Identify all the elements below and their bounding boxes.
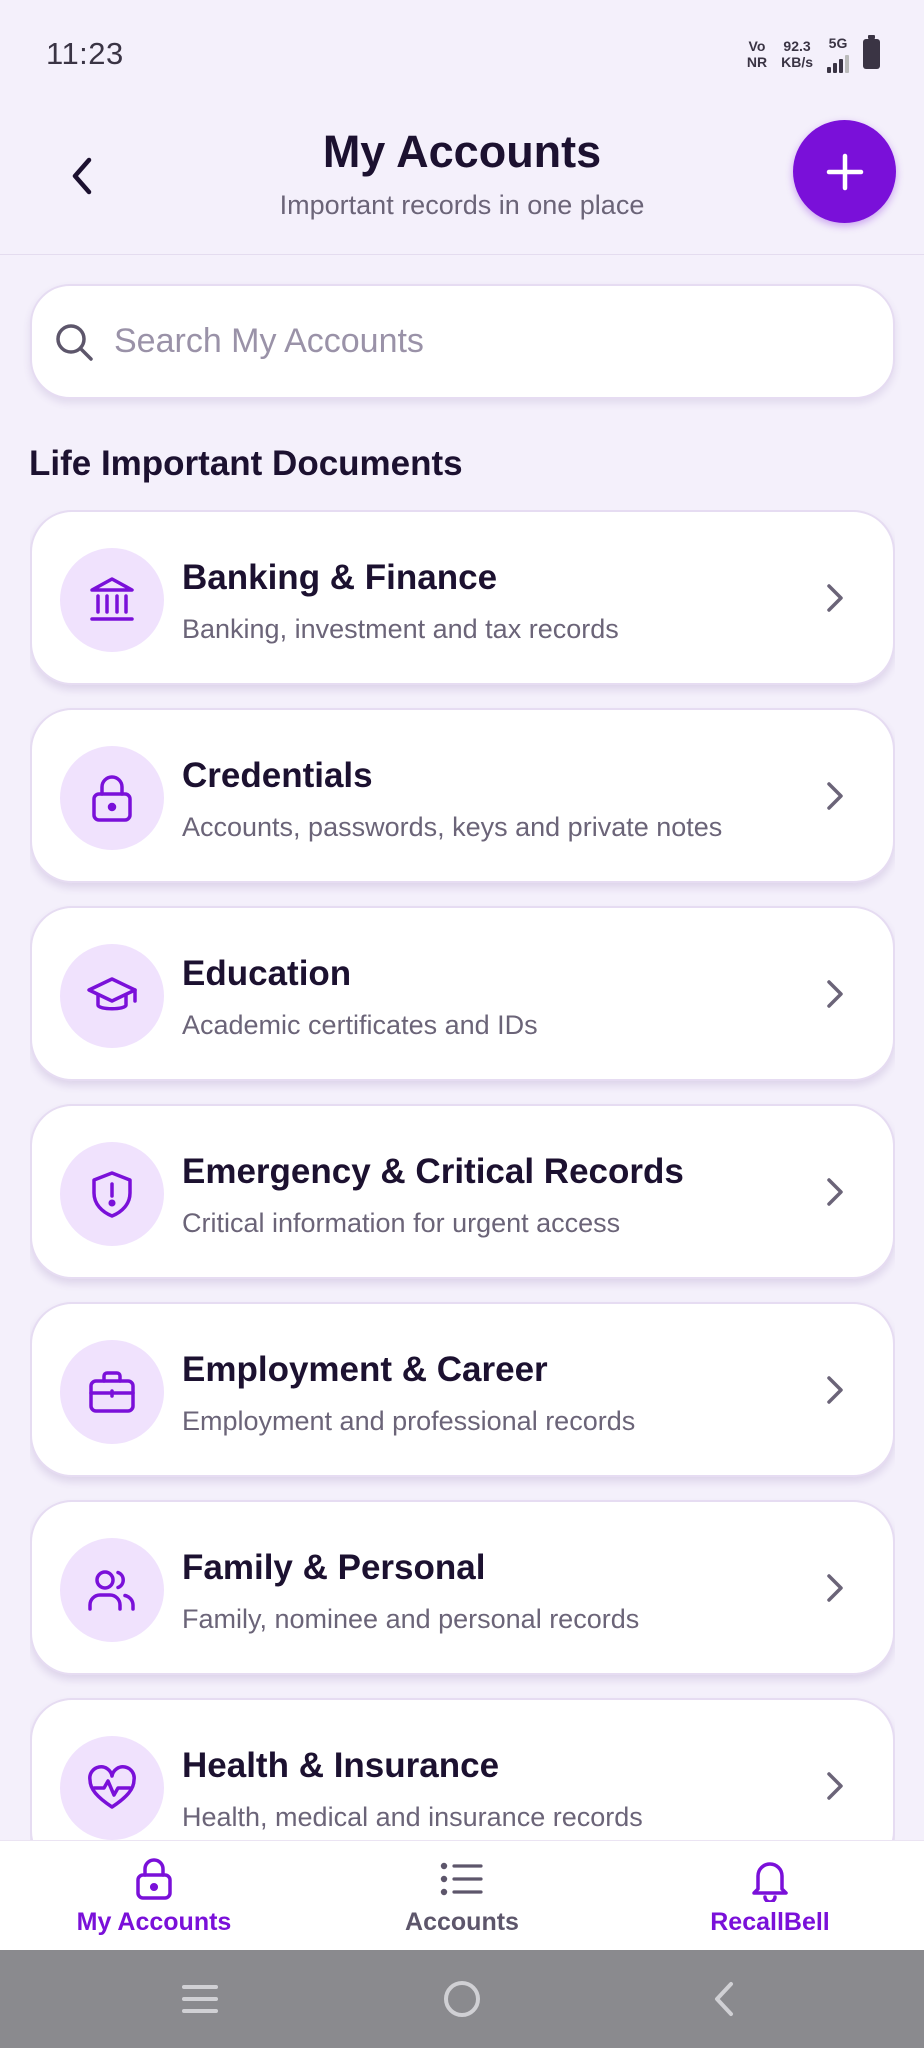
nav-label: Accounts bbox=[405, 1907, 519, 1936]
status-time: 11:23 bbox=[46, 36, 124, 71]
heart-pulse-icon bbox=[88, 1765, 136, 1809]
category-title: Banking & Finance bbox=[182, 558, 498, 597]
volte-indicator: Vo NR bbox=[746, 38, 768, 70]
chevron-right-icon bbox=[827, 1178, 843, 1206]
category-card-emergency[interactable]: Emergency & Critical Records Critical in… bbox=[30, 1104, 895, 1279]
home-button[interactable] bbox=[432, 1970, 492, 2028]
category-title: Employment & Career bbox=[182, 1350, 548, 1389]
page-subtitle: Important records in one place bbox=[279, 190, 645, 220]
category-card-health[interactable]: Health & Insurance Health, medical and i… bbox=[30, 1698, 895, 1840]
category-subtitle: Academic certificates and IDs bbox=[182, 1010, 538, 1040]
chevron-right-icon bbox=[827, 782, 843, 810]
circle-home-icon bbox=[444, 1981, 480, 2017]
category-title: Education bbox=[182, 954, 352, 993]
category-title: Credentials bbox=[182, 756, 373, 795]
category-card-banking[interactable]: Banking & Finance Banking, investment an… bbox=[30, 510, 895, 685]
section-title: Life Important Documents bbox=[29, 444, 463, 483]
bank-icon bbox=[90, 577, 134, 621]
chevron-right-icon bbox=[827, 980, 843, 1008]
system-back-button[interactable] bbox=[694, 1970, 754, 2028]
signal-icon bbox=[827, 51, 849, 73]
briefcase-icon bbox=[89, 1371, 135, 1413]
search-input[interactable] bbox=[114, 322, 854, 361]
battery-icon bbox=[863, 35, 880, 69]
nav-label: RecallBell bbox=[710, 1907, 830, 1936]
chevron-right-icon bbox=[827, 1772, 843, 1800]
category-title: Emergency & Critical Records bbox=[182, 1152, 684, 1191]
lock-icon bbox=[136, 1857, 172, 1900]
plus-icon bbox=[826, 153, 863, 190]
search-icon bbox=[56, 323, 93, 361]
page-title: My Accounts bbox=[322, 126, 602, 177]
list-icon bbox=[440, 1862, 483, 1895]
graduation-cap-icon bbox=[87, 977, 137, 1011]
app-header: My Accounts Important records in one pla… bbox=[0, 108, 924, 255]
category-subtitle: Health, medical and insurance records bbox=[182, 1802, 643, 1832]
system-nav-bar bbox=[0, 1950, 924, 2048]
category-subtitle: Employment and professional records bbox=[182, 1406, 636, 1436]
lock-icon bbox=[92, 775, 132, 822]
shield-alert-icon bbox=[92, 1171, 132, 1218]
category-card-education[interactable]: Education Academic certificates and IDs bbox=[30, 906, 895, 1081]
bottom-nav: My Accounts Accounts RecallBell bbox=[0, 1840, 924, 1950]
search-bar[interactable] bbox=[30, 284, 895, 399]
category-card-credentials[interactable]: Credentials Accounts, passwords, keys an… bbox=[30, 708, 895, 883]
chevron-right-icon bbox=[827, 1376, 843, 1404]
chevron-right-icon bbox=[827, 1574, 843, 1602]
back-arrow-icon bbox=[715, 1982, 733, 2016]
category-title: Health & Insurance bbox=[182, 1746, 500, 1785]
category-title: Family & Personal bbox=[182, 1548, 486, 1587]
bell-icon bbox=[752, 1861, 788, 1902]
category-list: Banking & Finance Banking, investment an… bbox=[30, 510, 895, 1840]
nav-label: My Accounts bbox=[76, 1907, 232, 1936]
category-subtitle: Banking, investment and tax records bbox=[182, 614, 619, 644]
menu-icon bbox=[182, 1985, 218, 2013]
category-subtitle: Accounts, passwords, keys and private no… bbox=[182, 812, 723, 842]
network-type: 5G bbox=[827, 35, 849, 73]
recents-button[interactable] bbox=[170, 1970, 230, 2028]
category-subtitle: Family, nominee and personal records bbox=[182, 1604, 640, 1634]
nav-accounts[interactable]: Accounts bbox=[332, 1841, 592, 1951]
category-card-family[interactable]: Family & Personal Family, nominee and pe… bbox=[30, 1500, 895, 1675]
users-icon bbox=[88, 1570, 135, 1611]
status-indicators: Vo NR 92.3 KB/s 5G bbox=[747, 35, 880, 73]
network-speed: 92.3 KB/s bbox=[781, 38, 813, 70]
nav-recallbell[interactable]: RecallBell bbox=[640, 1841, 900, 1951]
status-bar: 11:23 Vo NR 92.3 KB/s 5G bbox=[0, 0, 924, 108]
add-button[interactable] bbox=[793, 120, 896, 223]
category-subtitle: Critical information for urgent access bbox=[182, 1208, 621, 1238]
chevron-right-icon bbox=[827, 584, 843, 612]
category-card-employment[interactable]: Employment & Career Employment and profe… bbox=[30, 1302, 895, 1477]
nav-my-accounts[interactable]: My Accounts bbox=[24, 1841, 284, 1951]
